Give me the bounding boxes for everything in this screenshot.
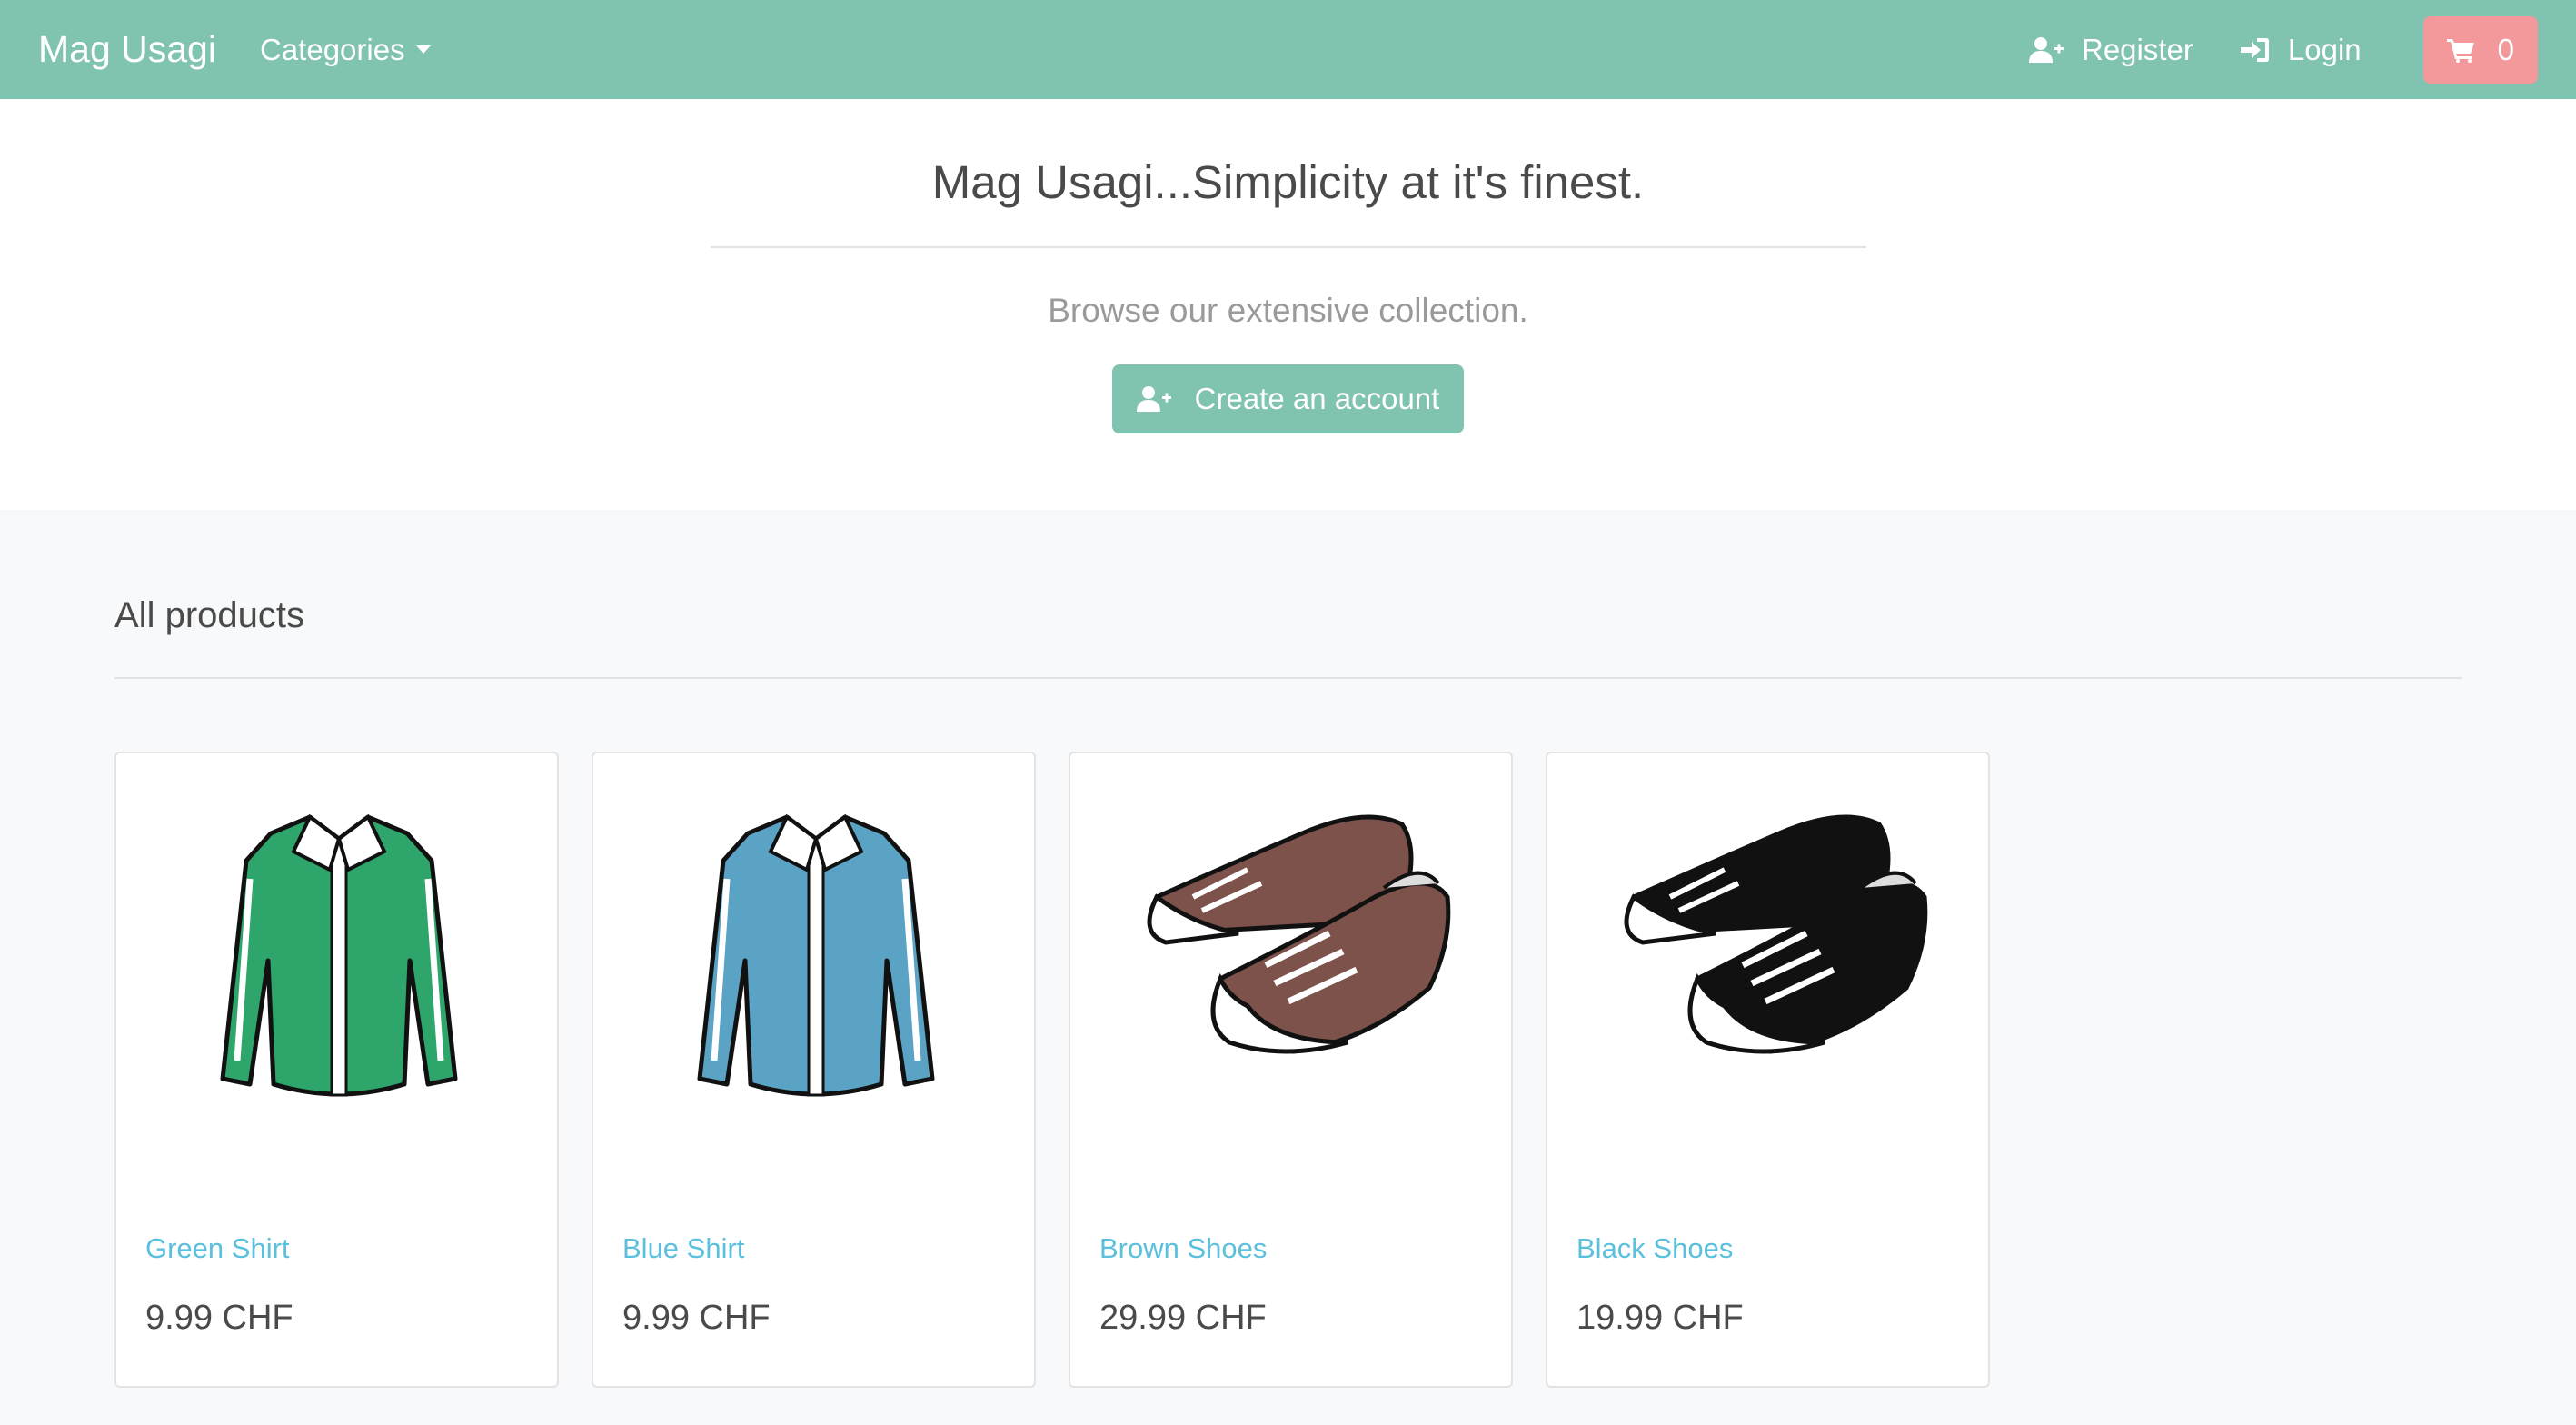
product-price: 29.99 CHF: [1099, 1299, 1267, 1337]
categories-label: Categories: [259, 32, 405, 66]
product-name[interactable]: Blue Shirt: [622, 1232, 744, 1265]
shirt-icon: [697, 813, 934, 1097]
product-card-green-shirt[interactable]: Green Shirt 9.99 CHF: [114, 752, 559, 1388]
product-image: [116, 797, 561, 1124]
navbar-right: Register Login 0: [1982, 15, 2538, 84]
products-divider: [114, 677, 2462, 679]
product-price: 9.99 CHF: [145, 1299, 293, 1337]
navbar-left: Mag Usagi Categories: [38, 28, 431, 71]
product-name[interactable]: Black Shoes: [1576, 1232, 1733, 1265]
cart-count: 0: [2497, 32, 2514, 66]
sign-in-icon: [2240, 37, 2269, 62]
product-image: [1070, 797, 1515, 1124]
hero-title: Mag Usagi...Simplicity at it's finest.: [931, 156, 1645, 208]
product-name[interactable]: Brown Shoes: [1099, 1232, 1267, 1265]
register-label: Register: [2082, 32, 2193, 66]
shoes-icon: [1147, 814, 1450, 1054]
product-card-black-shoes[interactable]: Black Shoes 19.99 CHF: [1546, 752, 1990, 1388]
product-image: [593, 797, 1038, 1124]
hero-banner: Mag Usagi...Simplicity at it's finest. B…: [0, 99, 2576, 510]
product-name[interactable]: Green Shirt: [145, 1232, 290, 1265]
product-price: 9.99 CHF: [622, 1299, 771, 1337]
caret-down-icon: [415, 45, 431, 54]
products-section: All products Green Shirt 9.99 CHF Blue S…: [0, 510, 2576, 1388]
product-card-blue-shirt[interactable]: Blue Shirt 9.99 CHF: [592, 752, 1036, 1388]
product-grid: Green Shirt 9.99 CHF Blue Shirt 9.99 CHF: [114, 752, 2462, 1388]
shoes-icon: [1624, 814, 1927, 1054]
product-image: [1547, 797, 1992, 1124]
products-title: All products: [114, 595, 304, 635]
shirt-icon: [220, 813, 457, 1097]
cart-icon: [2446, 38, 2474, 63]
user-plus-icon: [1136, 386, 1171, 412]
navbar: Mag Usagi Categories Register Login 0: [0, 0, 2576, 99]
login-link[interactable]: Login: [2240, 32, 2362, 67]
create-account-label: Create an account: [1194, 382, 1440, 415]
login-label: Login: [2287, 32, 2362, 66]
create-account-button[interactable]: Create an account: [1111, 364, 1465, 433]
categories-dropdown[interactable]: Categories: [260, 33, 431, 67]
hero-subtitle: Browse our extensive collection.: [1048, 292, 1528, 329]
product-card-brown-shoes[interactable]: Brown Shoes 29.99 CHF: [1069, 752, 1513, 1388]
cart-button[interactable]: 0: [2422, 15, 2538, 84]
register-link[interactable]: Register: [2029, 33, 2193, 67]
product-price: 19.99 CHF: [1576, 1299, 1744, 1337]
brand-logo[interactable]: Mag Usagi: [38, 28, 216, 71]
user-plus-icon: [2029, 36, 2064, 63]
hero-divider: [710, 246, 1866, 248]
